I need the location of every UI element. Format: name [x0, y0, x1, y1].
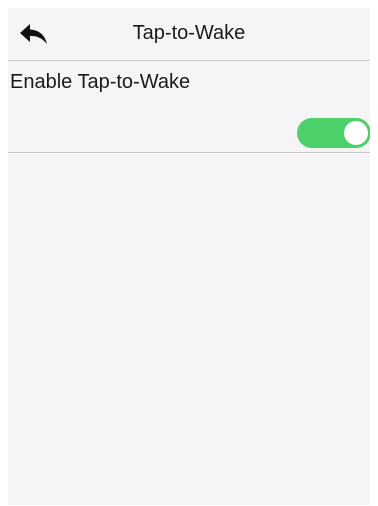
header-bar: Tap-to-Wake: [8, 8, 370, 61]
setting-label: Enable Tap-to-Wake: [10, 71, 191, 93]
page-title: Tap-to-Wake: [132, 22, 246, 44]
settings-screen: Tap-to-Wake Enable Tap-to-Wake: [8, 8, 370, 505]
toggle-knob: [344, 121, 368, 145]
empty-content-area: [8, 153, 370, 505]
back-arrow-icon: [19, 22, 49, 46]
tap-to-wake-toggle[interactable]: [297, 118, 370, 148]
setting-row-tap-to-wake: Enable Tap-to-Wake: [8, 61, 370, 153]
back-button[interactable]: [14, 18, 54, 50]
